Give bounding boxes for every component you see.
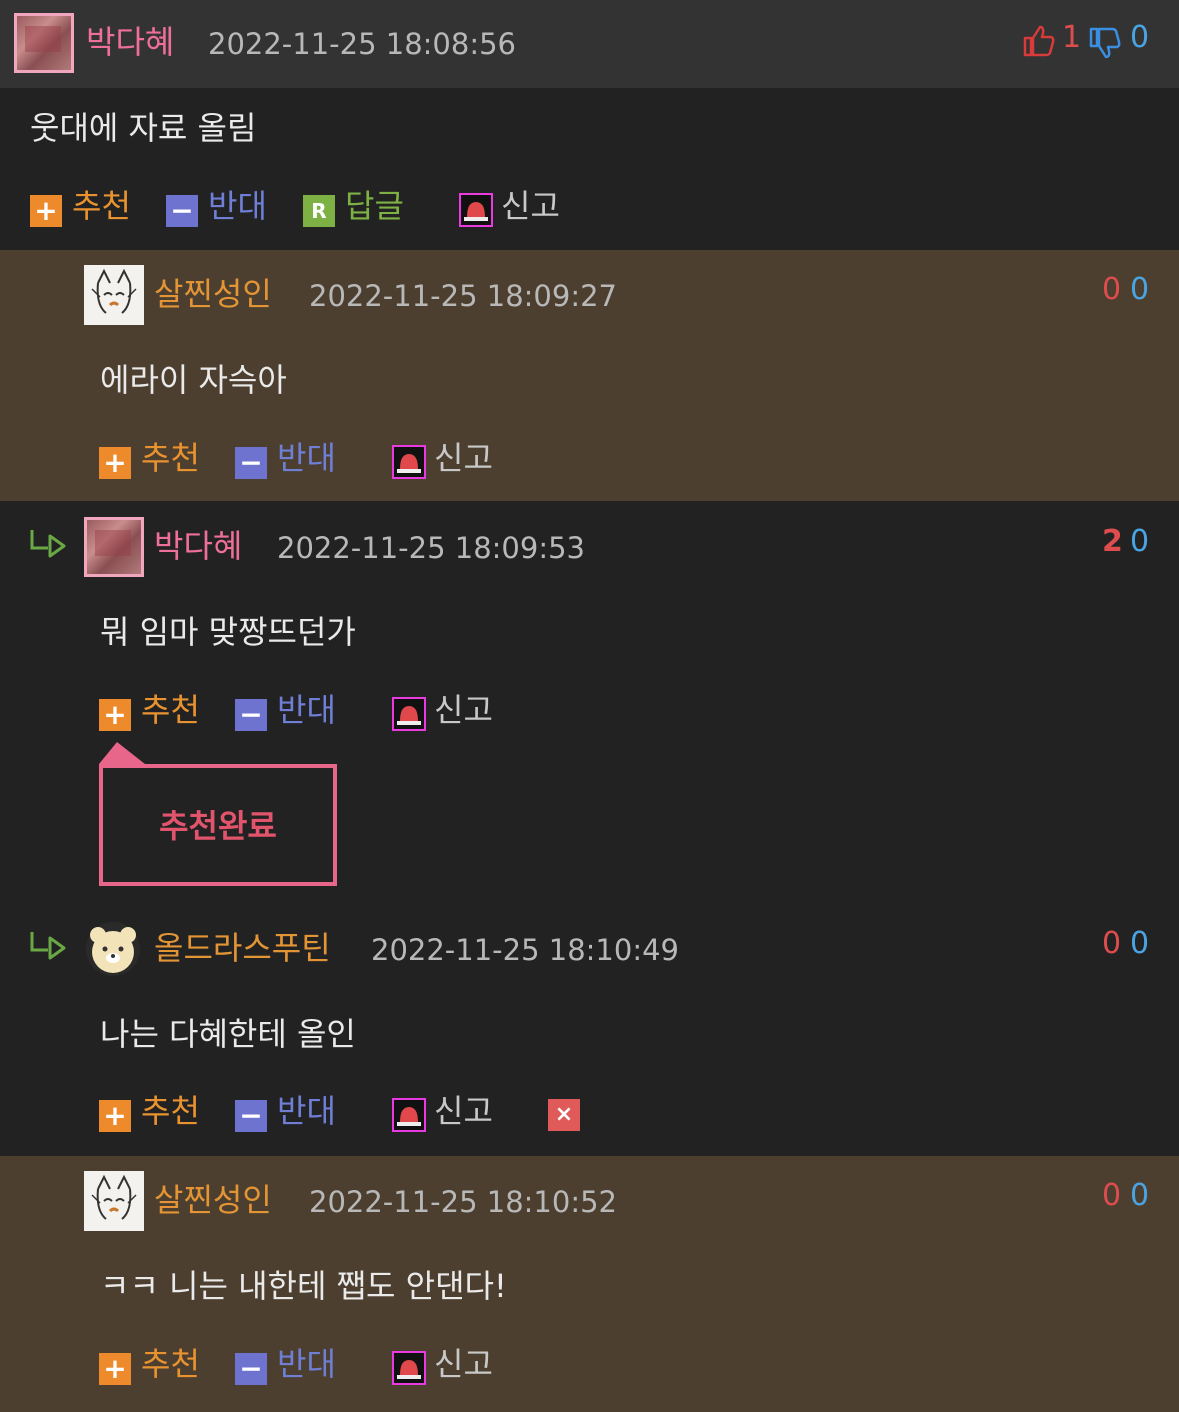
comment-author[interactable]: 올드라스푸틴 <box>154 928 331 968</box>
comment-text: ㅋㅋ 니는 내한테 쨉도 안댄다! <box>100 1267 507 1305</box>
report-button[interactable]: 신고 <box>434 438 493 478</box>
downvote-count: 0 <box>1130 524 1150 559</box>
recommend-done-tooltip: 추천완료 <box>99 764 337 886</box>
thumbs-down-icon[interactable] <box>1088 26 1122 60</box>
user-avatar[interactable] <box>86 922 140 976</box>
report-button[interactable]: 신고 <box>434 1344 493 1384</box>
oppose-button[interactable]: 반대 <box>277 1091 336 1131</box>
upvote-count: 1 <box>1062 20 1082 55</box>
reply-icon[interactable]: R <box>303 195 335 227</box>
minus-icon[interactable]: − <box>235 1100 267 1132</box>
oppose-button[interactable]: 반대 <box>277 1344 336 1384</box>
report-button[interactable]: 신고 <box>501 186 560 226</box>
siren-icon[interactable] <box>459 193 493 227</box>
cat-drawing-icon <box>91 268 137 314</box>
oppose-button[interactable]: 반대 <box>208 186 267 226</box>
recommend-button[interactable]: 추천 <box>141 1091 200 1131</box>
recommend-button[interactable]: 추천 <box>72 186 131 226</box>
minus-icon[interactable]: − <box>235 1353 267 1385</box>
comment-author[interactable]: 박다혜 <box>86 22 174 62</box>
bear-face-icon <box>90 927 136 973</box>
siren-icon[interactable] <box>392 1098 426 1132</box>
downvote-count: 0 <box>1130 926 1150 961</box>
downvote-count: 0 <box>1130 1178 1150 1213</box>
plus-icon[interactable]: + <box>99 447 131 479</box>
minus-icon[interactable]: − <box>235 447 267 479</box>
minus-icon[interactable]: − <box>235 699 267 731</box>
comment-timestamp: 2022-11-25 18:09:53 <box>277 531 585 565</box>
recommend-button[interactable]: 추천 <box>141 438 200 478</box>
upvote-count: 0 <box>1102 926 1122 961</box>
recommend-button[interactable]: 추천 <box>141 690 200 730</box>
comment-author[interactable]: 살찐성인 <box>154 274 272 314</box>
siren-icon[interactable] <box>392 1351 426 1385</box>
reply-button[interactable]: 답글 <box>345 186 404 226</box>
comment-text: 뭐 임마 맞짱뜨던가 <box>100 613 356 651</box>
user-avatar[interactable] <box>84 517 144 577</box>
cat-drawing-icon <box>91 1174 137 1220</box>
siren-icon[interactable] <box>392 445 426 479</box>
comment-text: 에라이 자슥아 <box>100 361 287 399</box>
upvote-count: 2 <box>1102 524 1123 559</box>
comment-author[interactable]: 살찐성인 <box>154 1180 272 1220</box>
comment-text: 나는 다혜한테 올인 <box>100 1015 356 1053</box>
upvote-count: 0 <box>1102 1178 1122 1213</box>
oppose-button[interactable]: 반대 <box>277 438 336 478</box>
comment-text: 웃대에 자료 올림 <box>30 109 257 147</box>
downvote-count: 0 <box>1130 20 1150 55</box>
tooltip-text: 추천완료 <box>159 807 277 845</box>
comment-timestamp: 2022-11-25 18:10:52 <box>309 1185 617 1219</box>
report-button[interactable]: 신고 <box>434 1091 493 1131</box>
minus-icon[interactable]: − <box>166 195 198 227</box>
plus-icon[interactable]: + <box>99 1353 131 1385</box>
user-avatar[interactable] <box>14 13 74 73</box>
comment-author[interactable]: 박다혜 <box>154 526 242 566</box>
downvote-count: 0 <box>1130 272 1150 307</box>
plus-icon[interactable]: + <box>99 699 131 731</box>
comment-timestamp: 2022-11-25 18:10:49 <box>371 933 679 967</box>
reply-arrow-icon <box>30 932 66 960</box>
report-button[interactable]: 신고 <box>434 690 493 730</box>
comment-timestamp: 2022-11-25 18:08:56 <box>208 27 516 61</box>
recommend-button[interactable]: 추천 <box>141 1344 200 1384</box>
user-avatar[interactable] <box>84 1171 144 1231</box>
plus-icon[interactable]: + <box>30 195 62 227</box>
delete-icon[interactable]: × <box>548 1099 580 1131</box>
plus-icon[interactable]: + <box>99 1100 131 1132</box>
thumbs-up-icon[interactable] <box>1022 24 1056 58</box>
comment-header-bar <box>0 0 1179 88</box>
siren-icon[interactable] <box>392 697 426 731</box>
reply-arrow-icon <box>30 530 66 558</box>
user-avatar[interactable] <box>84 265 144 325</box>
comment-timestamp: 2022-11-25 18:09:27 <box>309 279 617 313</box>
upvote-count: 0 <box>1102 272 1122 307</box>
oppose-button[interactable]: 반대 <box>277 690 336 730</box>
